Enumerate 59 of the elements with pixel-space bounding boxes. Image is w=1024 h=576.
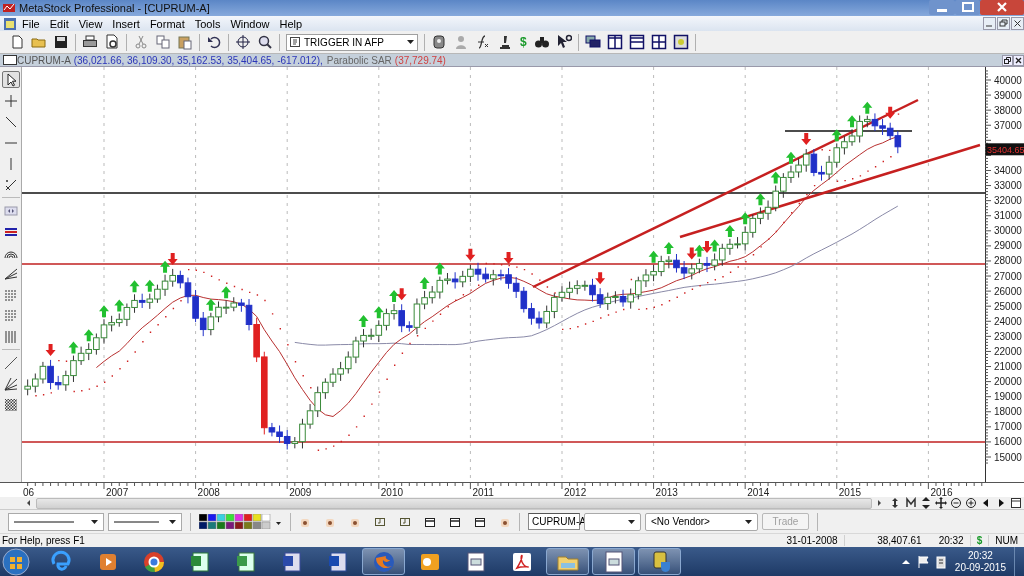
indicator-value: (37,729.74) bbox=[394, 54, 446, 66]
axis-label: 2016 bbox=[930, 487, 953, 498]
axis-label: 15000 bbox=[994, 451, 1022, 463]
menu-item[interactable]: View bbox=[73, 17, 108, 30]
axis-label: 2014 bbox=[747, 487, 770, 498]
price-values: (36,021.66, 36,109.30, 35,162.53, 35,404.65, -617.012), bbox=[73, 54, 323, 66]
num-lock-indicator: NUM bbox=[988, 535, 1024, 546]
axis-label: 2010 bbox=[380, 487, 404, 498]
status-currency: $ bbox=[969, 535, 989, 546]
axis-label: 2008 bbox=[197, 487, 220, 498]
clock-date: 20-09-2015 bbox=[954, 561, 1006, 574]
axis-label: 2012 bbox=[564, 487, 587, 498]
axis-label: 30000 bbox=[994, 225, 1022, 237]
status-text: For Help, press F1 bbox=[1, 535, 86, 546]
menu-item[interactable]: Window bbox=[225, 17, 275, 30]
status-value: 38,407.61 bbox=[843, 535, 928, 546]
axis-label: 33000 bbox=[994, 180, 1022, 192]
axis-label: 39000 bbox=[994, 89, 1022, 101]
window-title: MetaStock Professional - [CUPRUM-A] bbox=[19, 2, 210, 14]
axis-label: 2013 bbox=[655, 487, 678, 498]
security-name: CUPRUM-A bbox=[17, 54, 71, 66]
axis-label: 06 bbox=[23, 487, 35, 498]
menu-item[interactable]: File bbox=[17, 17, 45, 30]
menu-item[interactable]: Insert bbox=[107, 17, 145, 30]
axis-label: 2007 bbox=[106, 487, 129, 498]
axis-label: 28000 bbox=[994, 255, 1022, 267]
axis-label: 18000 bbox=[994, 406, 1022, 418]
status-time: 20:32 bbox=[937, 535, 965, 546]
axis-label: 19000 bbox=[994, 391, 1022, 403]
axis-label: 29000 bbox=[994, 240, 1022, 252]
axis-label: 24000 bbox=[994, 315, 1022, 327]
axis-label: 2015 bbox=[838, 487, 862, 498]
axis-label: 37000 bbox=[994, 119, 1022, 131]
status-date: 31-01-2008 bbox=[785, 535, 839, 546]
axis-label: 21000 bbox=[994, 361, 1022, 372]
axis-label: 20000 bbox=[994, 376, 1022, 388]
axis-label: 16000 bbox=[994, 436, 1022, 448]
menu-item[interactable]: Format bbox=[144, 17, 190, 30]
axis-label: 26000 bbox=[994, 285, 1022, 297]
last-price-marker: 35404.65 bbox=[986, 143, 1024, 156]
axis-label: 23000 bbox=[994, 330, 1022, 342]
axis-label: 25000 bbox=[994, 300, 1022, 312]
clock-time: 20:32 bbox=[967, 549, 993, 562]
indicator-name: Parabolic SAR bbox=[326, 54, 392, 66]
axis-label: 32000 bbox=[994, 195, 1022, 207]
axis-label: 17000 bbox=[994, 421, 1022, 433]
axis-label: 22000 bbox=[994, 345, 1022, 357]
axis-label: 34000 bbox=[994, 165, 1022, 176]
axis-label: 2009 bbox=[289, 487, 312, 498]
axis-label: 40000 bbox=[994, 74, 1022, 86]
menu-item[interactable]: Tools bbox=[189, 17, 226, 30]
axis-label: 31000 bbox=[994, 210, 1022, 222]
expert-dropdown[interactable]: TRIGGER IN AFP bbox=[286, 33, 418, 51]
menu-item[interactable]: Edit bbox=[44, 17, 74, 30]
vendor-dropdown[interactable]: <No Vendor> bbox=[645, 512, 758, 531]
axis-label: 38000 bbox=[994, 104, 1022, 116]
axis-label: 27000 bbox=[994, 270, 1022, 282]
axis-label: 2011 bbox=[472, 487, 494, 498]
menu-item[interactable]: Help bbox=[274, 17, 308, 30]
